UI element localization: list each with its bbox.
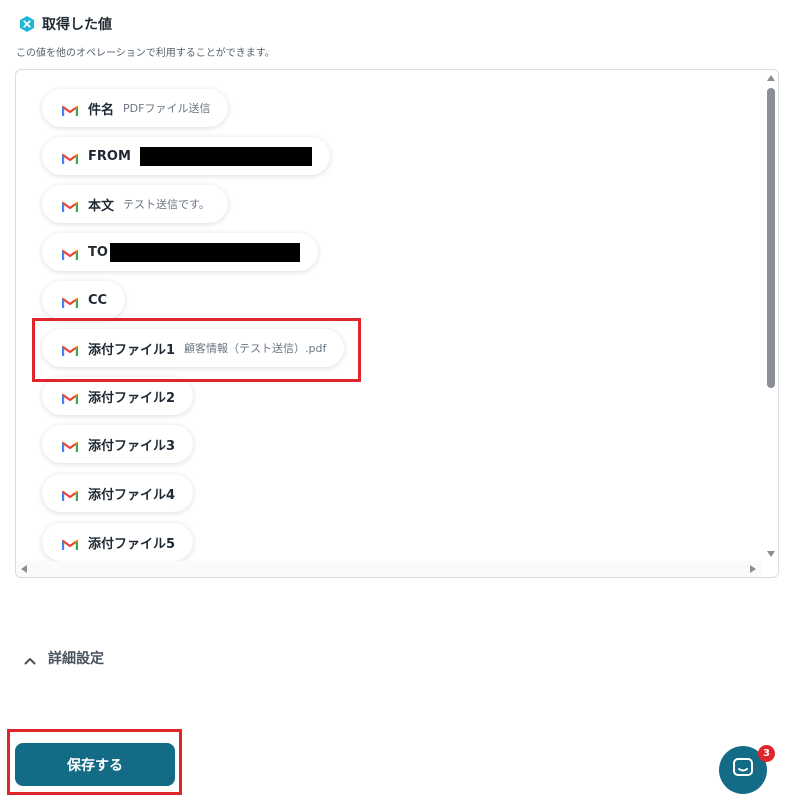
chip-label: FROM [88, 148, 131, 164]
chip-label: 件名 [88, 102, 115, 118]
save-button[interactable]: 保存する [15, 743, 175, 786]
values-list: 件名 PDFファイル送信 FROM 本文 テスト送信です。 TO CC 添付ファ… [16, 70, 761, 562]
chip-label: 添付ファイル5 [88, 536, 176, 552]
gmail-icon [61, 294, 79, 308]
notification-badge: 3 [758, 745, 775, 762]
section-title: 取得した値 [42, 17, 112, 33]
chat-icon [732, 757, 754, 783]
scroll-right-arrow-icon[interactable] [750, 565, 756, 573]
scrollbar-thumb[interactable] [767, 88, 775, 388]
redacted-value [139, 146, 312, 166]
value-chip-attachment-3[interactable]: 添付ファイル3 [42, 425, 194, 463]
chip-label: CC [88, 292, 108, 308]
values-panel: 件名 PDFファイル送信 FROM 本文 テスト送信です。 TO CC 添付ファ… [15, 69, 779, 578]
gmail-icon [61, 246, 79, 260]
advanced-settings-label: 詳細設定 [48, 651, 104, 667]
value-chip-body[interactable]: 本文 テスト送信です。 [42, 185, 228, 223]
scroll-down-arrow-icon[interactable] [767, 551, 775, 557]
chip-label: 添付ファイル1 [88, 342, 176, 358]
redacted-value [109, 242, 300, 262]
chevron-up-icon [24, 652, 36, 665]
value-chip-cc[interactable]: CC [42, 281, 126, 319]
value-chip-subject[interactable]: 件名 PDFファイル送信 [42, 89, 229, 127]
value-chip-from[interactable]: FROM [42, 137, 330, 175]
chip-value: PDFファイル送信 [123, 102, 211, 115]
gmail-icon [61, 390, 79, 404]
advanced-settings-toggle[interactable]: 詳細設定 [24, 648, 104, 668]
gmail-icon [61, 198, 79, 212]
chip-label: 本文 [88, 198, 115, 214]
gmail-icon [61, 102, 79, 116]
section-header: 取得した値 [18, 14, 112, 34]
section-description: この値を他のオペレーションで利用することができます。 [16, 48, 275, 59]
gmail-icon [61, 487, 79, 501]
scroll-up-arrow-icon[interactable] [767, 75, 775, 81]
chip-label: 添付ファイル2 [88, 390, 176, 406]
value-chip-to[interactable]: TO [42, 233, 318, 271]
value-chip-attachment-5[interactable]: 添付ファイル5 [42, 523, 194, 561]
gmail-icon [61, 438, 79, 452]
chip-label: 添付ファイル4 [88, 487, 176, 503]
gmail-icon [61, 536, 79, 550]
horizontal-scrollbar[interactable] [16, 561, 761, 577]
chip-value: テスト送信です。 [123, 198, 210, 211]
value-chip-attachment-2[interactable]: 添付ファイル2 [42, 377, 194, 415]
chip-label: 添付ファイル3 [88, 438, 176, 454]
vertical-scrollbar[interactable] [762, 70, 778, 562]
value-chip-attachment-1[interactable]: 添付ファイル1 顧客情報（テスト送信）.pdf [42, 329, 345, 367]
gmail-icon [61, 150, 79, 164]
chip-value: 顧客情報（テスト送信）.pdf [184, 342, 327, 355]
scroll-left-arrow-icon[interactable] [21, 565, 27, 573]
yoom-logo-icon [18, 15, 36, 33]
chip-label: TO [88, 244, 108, 260]
value-chip-attachment-4[interactable]: 添付ファイル4 [42, 474, 194, 512]
page: 取得した値 この値を他のオペレーションで利用することができます。 件名 PDFフ… [0, 0, 787, 804]
gmail-icon [61, 342, 79, 356]
